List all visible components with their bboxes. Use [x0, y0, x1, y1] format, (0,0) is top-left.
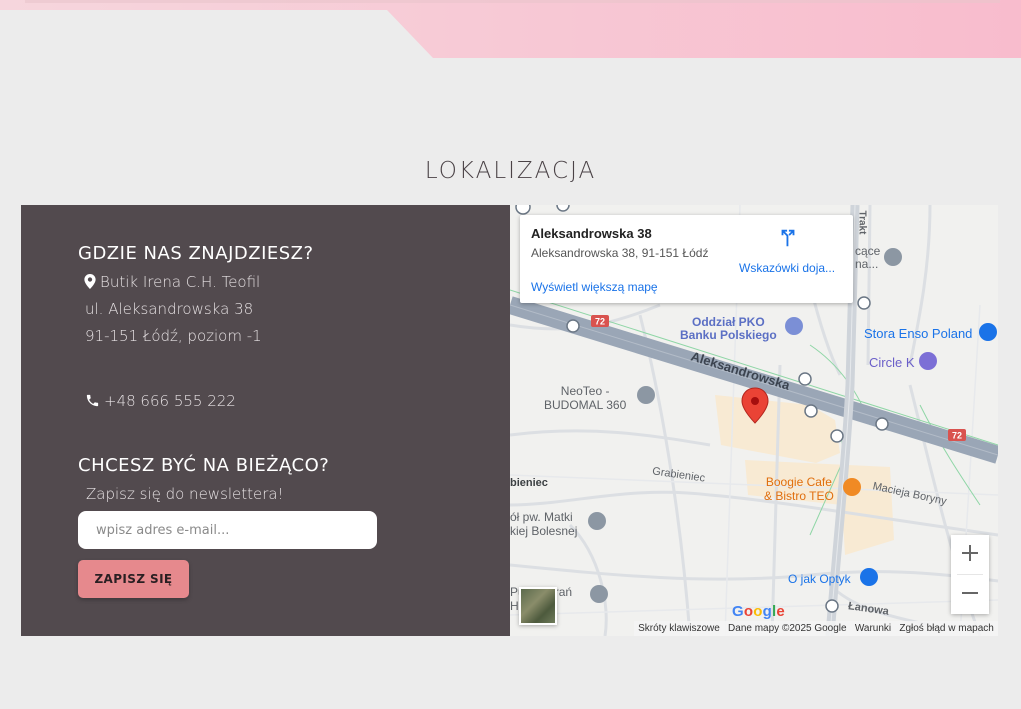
label-circlek: Circle K — [869, 355, 915, 370]
label-stora: Stora Enso Poland — [864, 326, 973, 341]
phone-icon — [86, 394, 99, 407]
svg-text:72: 72 — [952, 431, 962, 441]
zoom-in-button[interactable] — [951, 535, 989, 574]
directions-button[interactable]: Wskazówki doja... — [739, 225, 839, 275]
place-info-card: Aleksandrowska 38 Aleksandrowska 38, 91-… — [520, 215, 853, 303]
address-line-1-text: Butik Irena C.H. Teofil — [100, 273, 261, 291]
plus-icon — [962, 545, 978, 561]
address-line-2: ul. Aleksandrowska 38 — [85, 300, 254, 318]
newsletter-subtitle: Zapisz się do newslettera! — [86, 485, 284, 503]
map-footer: Skróty klawiszowe Dane mapy ©2025 Google… — [634, 621, 998, 636]
top-banner — [0, 0, 1021, 58]
map-data-credit: Dane mapy ©2025 Google — [728, 623, 847, 634]
report-error-link[interactable]: Zgłoś błąd w mapach — [899, 623, 994, 634]
label-optyk: O jak Optyk — [788, 572, 851, 586]
where-heading: GDZIE NAS ZNAJDZIESZ? — [78, 243, 314, 264]
fuel-icon[interactable] — [919, 352, 937, 370]
cafe-icon[interactable] — [843, 478, 861, 496]
label-cace: cące na... — [855, 244, 881, 271]
label-parafia: ół pw. Matki kiej Bolesnej — [510, 510, 578, 538]
satellite-layer-toggle[interactable] — [519, 587, 557, 625]
label-pko: Oddział PKO Banku Polskiego — [680, 315, 777, 342]
directions-icon — [781, 229, 795, 247]
embedded-map[interactable]: 72 72 Aleksandrowska Oddział PKO Banku P… — [510, 205, 998, 636]
phone-number: +48 666 555 222 — [104, 392, 236, 410]
subscribe-button[interactable]: ZAPISZ SIĘ — [78, 560, 189, 598]
label-neoteo: NeoTeo - BUDOMAL 360 — [544, 384, 627, 412]
address-line-3: 91-151 Łódź, poziom -1 — [85, 327, 262, 345]
label-bieniec: bieniec — [510, 477, 548, 489]
newsletter-email-input[interactable] — [78, 511, 377, 549]
place-address: Aleksandrowska 38, 91-151 Łódź — [531, 246, 709, 260]
label-traktorowa: Trakt — [856, 210, 868, 235]
route-72-shield-2: 72 — [948, 429, 966, 441]
larger-map-link[interactable]: Wyświetl większą mapę — [531, 280, 658, 294]
stora-poi-icon[interactable] — [979, 323, 997, 341]
optyk-poi-icon[interactable] — [860, 568, 878, 586]
phone-line[interactable]: +48 666 555 222 — [85, 392, 236, 410]
church-icon[interactable] — [588, 512, 606, 530]
contact-panel: GDZIE NAS ZNAJDZIESZ? Butik Irena C.H. T… — [21, 205, 510, 636]
svg-text:72: 72 — [595, 317, 605, 327]
address-line-1: Butik Irena C.H. Teofil — [84, 273, 260, 291]
pub-poi-icon[interactable] — [590, 585, 608, 603]
minus-icon — [962, 592, 978, 594]
label-boogie: Boogie Cafe & Bistro TEO — [764, 475, 834, 503]
section-title: LOKALIZACJA — [424, 158, 597, 184]
poi-icon-top[interactable] — [884, 248, 902, 266]
zoom-out-button[interactable] — [951, 575, 989, 614]
bank-icon[interactable] — [785, 317, 803, 335]
route-72-shield: 72 — [591, 315, 609, 327]
neoteo-poi-icon[interactable] — [637, 386, 655, 404]
zoom-controls — [951, 535, 989, 614]
place-title: Aleksandrowska 38 — [531, 226, 652, 241]
map-marker-icon — [84, 274, 96, 289]
google-logo: Google — [732, 603, 785, 620]
directions-label: Wskazówki doja... — [739, 261, 836, 275]
keyboard-shortcuts-link[interactable]: Skróty klawiszowe — [638, 623, 720, 634]
terms-link[interactable]: Warunki — [855, 623, 891, 634]
newsletter-heading: CHCESZ BYĆ NA BIEŻĄCO? — [78, 455, 330, 476]
